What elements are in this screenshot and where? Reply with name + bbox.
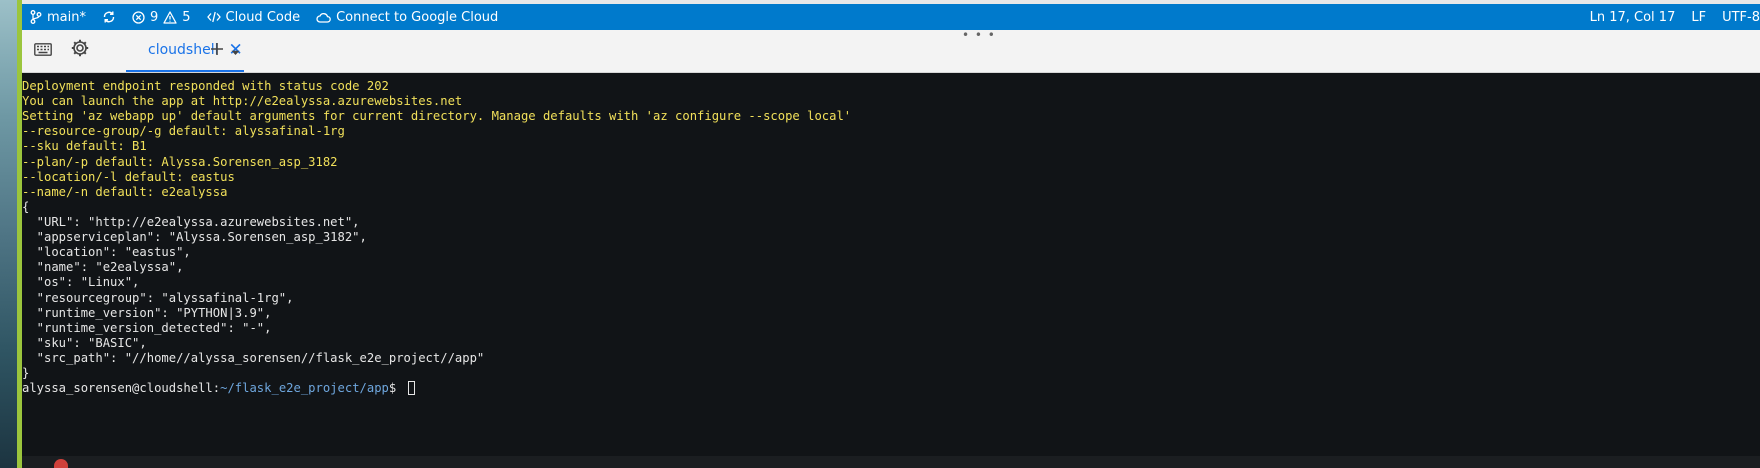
prompt-path: ~/flask_e2e_project/app	[220, 381, 389, 396]
tab-cloudshell[interactable]: cloudshell ✕	[126, 30, 244, 72]
cursor-position[interactable]: Ln 17, Col 17	[1582, 4, 1684, 30]
terminal-line: }	[22, 366, 30, 381]
taskbar-app-icon[interactable]	[54, 459, 68, 468]
encoding-indicator[interactable]: UTF-8	[1714, 4, 1760, 30]
terminal-line: Setting 'az webapp up' default arguments…	[22, 109, 852, 124]
terminal-line: "resourcegroup": "alyssafinal-1rg",	[22, 290, 294, 305]
cloud-code-button[interactable]: Cloud Code	[199, 4, 309, 30]
terminal-line: "src_path": "//home//alyssa_sorensen//fl…	[22, 350, 485, 365]
gear-icon	[70, 38, 90, 62]
terminal-line: {	[22, 199, 30, 214]
cloud-icon	[316, 12, 331, 23]
code-icon	[206, 11, 221, 23]
terminal-output[interactable]: Deployment endpoint responded with statu…	[22, 73, 1760, 462]
terminal-line: --resource-group/-g default: alyssafinal…	[22, 124, 345, 139]
terminal-toolbar: • • • cloudshell ✕	[22, 29, 1760, 73]
git-branch-icon	[30, 10, 42, 24]
terminal-line: You can launch the app at http://e2ealys…	[22, 94, 463, 109]
branch-name: main*	[47, 9, 86, 25]
terminal-line: --location/-l default: eastus	[22, 169, 235, 184]
keyboard-button[interactable]	[32, 39, 54, 61]
encoding-label: UTF-8	[1722, 9, 1760, 25]
terminal-line: "location": "eastus",	[22, 245, 191, 260]
terminal-line: --sku default: B1	[22, 139, 147, 154]
prompt-user: alyssa_sorensen@cloudshell:	[22, 381, 221, 396]
connect-label: Connect to Google Cloud	[336, 9, 499, 25]
warning-count: 5	[182, 9, 191, 25]
terminal-line: "sku": "BASIC",	[22, 335, 147, 350]
branch-indicator[interactable]: main*	[22, 4, 94, 30]
terminal-line: "runtime_version_detected": "-",	[22, 320, 272, 335]
error-count: 9	[149, 9, 159, 25]
eol-indicator[interactable]: LF	[1683, 4, 1714, 30]
terminal-line: Deployment endpoint responded with statu…	[22, 79, 389, 93]
cursor-position-label: Ln 17, Col 17	[1589, 9, 1676, 25]
prompt-symbol: $	[388, 381, 404, 396]
terminal-line: "os": "Linux",	[22, 275, 140, 290]
status-bar-right: Ln 17, Col 17 LF UTF-8	[1582, 4, 1760, 30]
resize-sash-icon[interactable]: • • •	[962, 29, 996, 41]
new-tab-button[interactable]	[208, 39, 226, 61]
new-tab-dropdown-button[interactable]	[229, 39, 241, 61]
terminal-line: "runtime_version": "PYTHON|3.9",	[22, 305, 272, 320]
terminal-line: "URL": "http://e2ealyssa.azurewebsites.n…	[22, 214, 360, 229]
settings-button[interactable]	[69, 39, 91, 61]
status-bar: main* 9 5 Cloud Code Connect to Google C…	[22, 4, 1760, 30]
problems-indicator[interactable]: 9 5	[124, 4, 199, 30]
terminal-line: "name": "e2ealyssa",	[22, 260, 184, 275]
error-icon	[132, 10, 145, 24]
connect-google-cloud-button[interactable]: Connect to Google Cloud	[308, 4, 506, 30]
sync-button[interactable]	[94, 4, 124, 30]
terminal-line: --plan/-p default: Alyssa.Sorensen_asp_3…	[22, 154, 338, 169]
plus-icon	[210, 41, 224, 60]
chevron-down-icon	[231, 41, 240, 60]
terminal-line: "appserviceplan": "Alyssa.Sorensen_asp_3…	[22, 230, 367, 245]
terminal-cursor	[407, 381, 415, 396]
keyboard-icon	[34, 41, 52, 60]
terminal-line: --name/-n default: e2ealyssa	[22, 184, 228, 199]
bottom-edge	[22, 456, 1760, 468]
desktop-wallpaper-strip	[0, 0, 22, 468]
cloud-code-label: Cloud Code	[225, 9, 301, 25]
warning-icon	[163, 10, 177, 24]
eol-label: LF	[1691, 9, 1707, 25]
terminal-prompt[interactable]: alyssa_sorensen@cloudshell:~/flask_e2e_p…	[22, 381, 1760, 396]
sync-icon	[102, 10, 116, 24]
